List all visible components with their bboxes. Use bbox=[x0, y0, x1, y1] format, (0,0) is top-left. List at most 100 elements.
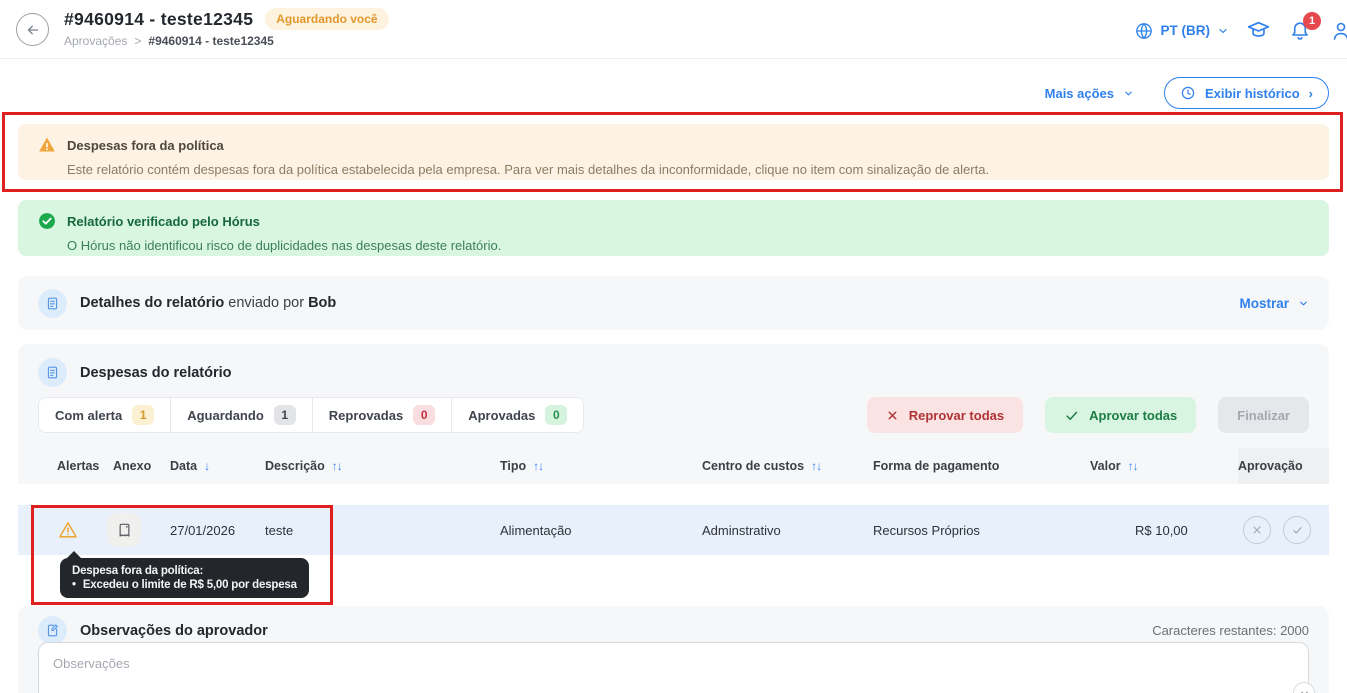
check-icon bbox=[1291, 524, 1304, 537]
table-header-row: Alertas Anexo Data ↓ Descrição ↑↓ Tipo ↑… bbox=[18, 448, 1329, 484]
payment-method-cell: Recursos Próprios bbox=[873, 522, 980, 538]
approver-observations-card: Observações do aprovador Caracteres rest… bbox=[18, 606, 1329, 693]
column-header-alertas: Alertas bbox=[57, 459, 113, 473]
policy-tooltip: Despesa fora da política: • Excedeu o li… bbox=[60, 551, 309, 598]
receipt-icon[interactable] bbox=[107, 513, 141, 547]
filter-label: Com alerta bbox=[55, 407, 123, 423]
user-icon[interactable] bbox=[1329, 19, 1347, 43]
column-header-data[interactable]: Data ↓ bbox=[170, 459, 265, 473]
filter-label: Aprovadas bbox=[468, 407, 536, 423]
approval-cell bbox=[1238, 516, 1329, 544]
column-header-centro-de-custos[interactable]: Centro de custos ↑↓ bbox=[702, 459, 873, 473]
sort-both-icon[interactable]: ↑↓ bbox=[332, 459, 343, 473]
show-details-label: Mostrar bbox=[1239, 295, 1289, 311]
topbar-icons: PT (BR) 1 bbox=[1134, 11, 1347, 43]
expenses-table: Alertas Anexo Data ↓ Descrição ↑↓ Tipo ↑… bbox=[18, 448, 1329, 556]
x-icon bbox=[886, 409, 899, 422]
observations-header: Observações do aprovador Caracteres rest… bbox=[18, 606, 1329, 645]
reject-all-button[interactable]: Reprovar todas bbox=[866, 397, 1024, 433]
filter-aguardando[interactable]: Aguardando 1 bbox=[171, 398, 313, 432]
sort-both-icon[interactable]: ↑↓ bbox=[811, 459, 822, 473]
approve-expense-button[interactable] bbox=[1283, 516, 1311, 544]
approve-all-button[interactable]: Aprovar todas bbox=[1045, 397, 1197, 433]
horus-banner-title: Relatório verificado pelo Hórus bbox=[67, 213, 260, 229]
column-label: Centro de custos bbox=[702, 459, 805, 473]
show-details-toggle[interactable]: Mostrar bbox=[1239, 296, 1309, 311]
observations-textarea[interactable] bbox=[38, 642, 1309, 693]
details-subtitle: enviado por bbox=[228, 295, 305, 311]
status-badge: Aguardando você bbox=[265, 8, 389, 30]
report-expenses-card: Despesas do relatório Com alerta 1 Aguar… bbox=[18, 344, 1329, 556]
bullet-icon: • bbox=[72, 579, 76, 591]
bulk-action-buttons: Reprovar todas Aprovar todas Finalizar bbox=[866, 397, 1309, 433]
column-header-descricao[interactable]: Descrição ↑↓ bbox=[265, 459, 500, 473]
filter-reprovadas[interactable]: Reprovadas 0 bbox=[312, 398, 453, 432]
horus-banner: Relatório verificado pelo Hórus O Hórus … bbox=[18, 200, 1329, 256]
sort-both-icon[interactable]: ↑↓ bbox=[533, 459, 544, 473]
topbar: #9460914 - teste12345 Aguardando você Ap… bbox=[0, 0, 1347, 59]
collapse-chevron-icon[interactable] bbox=[1293, 682, 1315, 693]
horus-banner-message: O Hórus não identificou risco de duplici… bbox=[67, 238, 502, 253]
details-title-strong: Detalhes do relatório bbox=[80, 295, 225, 311]
approve-all-label: Aprovar todas bbox=[1089, 407, 1178, 423]
tooltip-item-text: Excedeu o limite de R$ 5,00 por despesa bbox=[82, 579, 297, 591]
more-actions-button[interactable]: Mais ações bbox=[1045, 86, 1134, 101]
column-header-aprovacao: Aprovação bbox=[1238, 459, 1329, 473]
status-filters: Com alerta 1 Aguardando 1 Reprovadas 0 A… bbox=[38, 397, 585, 433]
reject-all-label: Reprovar todas bbox=[908, 407, 1005, 423]
expense-row[interactable]: 27/01/2026 teste Alimentação Adminstrati… bbox=[18, 505, 1329, 555]
column-label: Forma de pagamento bbox=[873, 459, 1000, 473]
x-icon bbox=[1251, 524, 1263, 536]
language-switcher[interactable]: PT (BR) bbox=[1134, 21, 1230, 41]
column-header-tipo[interactable]: Tipo ↑↓ bbox=[500, 459, 702, 473]
table-body: 27/01/2026 teste Alimentação Adminstrati… bbox=[18, 484, 1329, 556]
finalize-label: Finalizar bbox=[1237, 407, 1290, 423]
column-label: Data bbox=[170, 459, 198, 473]
breadcrumb-parent[interactable]: Aprovações bbox=[64, 34, 127, 48]
details-title: Detalhes do relatório enviado por Bob bbox=[80, 295, 336, 311]
back-button[interactable] bbox=[16, 13, 49, 46]
academy-icon[interactable] bbox=[1246, 18, 1271, 43]
filter-aprovadas[interactable]: Aprovadas 0 bbox=[452, 398, 584, 432]
filter-label: Aguardando bbox=[187, 407, 264, 423]
filter-count-badge: 1 bbox=[132, 405, 155, 425]
warning-triangle-icon[interactable] bbox=[57, 519, 113, 541]
column-header-valor[interactable]: Valor ↑↓ bbox=[1090, 459, 1238, 473]
type-cell: Alimentação bbox=[500, 522, 572, 538]
chevron-down-icon bbox=[1298, 298, 1309, 309]
filter-label: Reprovadas bbox=[328, 407, 404, 423]
notification-count-badge: 1 bbox=[1303, 11, 1321, 30]
column-header-anexo: Anexo bbox=[113, 459, 170, 473]
cost-center-cell: Adminstrativo bbox=[702, 522, 781, 538]
sort-desc-icon[interactable]: ↓ bbox=[204, 459, 210, 473]
approval-report-page: #9460914 - teste12345 Aguardando você Ap… bbox=[0, 0, 1347, 693]
filter-count-badge: 0 bbox=[545, 405, 568, 425]
breadcrumb-current: #9460914 - teste12345 bbox=[148, 34, 274, 48]
notifications-button[interactable]: 1 bbox=[1288, 11, 1321, 43]
tooltip-title: Despesa fora da política: bbox=[72, 565, 204, 577]
edit-document-icon bbox=[38, 616, 67, 645]
warning-triangle-icon bbox=[37, 135, 57, 155]
column-label: Anexo bbox=[113, 459, 152, 473]
breadcrumb: Aprovações > #9460914 - teste12345 bbox=[64, 34, 389, 48]
details-sender: Bob bbox=[308, 295, 337, 311]
page-title: #9460914 - teste12345 bbox=[64, 8, 254, 29]
report-details-card: Detalhes do relatório enviado por Bob Mo… bbox=[18, 276, 1329, 330]
reject-expense-button[interactable] bbox=[1243, 516, 1271, 544]
check-icon bbox=[1064, 408, 1079, 423]
chevron-right-icon: › bbox=[1308, 85, 1313, 101]
observations-title: Observações do aprovador bbox=[80, 622, 268, 639]
chars-remaining-label: Caracteres restantes: 2000 bbox=[1152, 623, 1309, 638]
alert-cell[interactable] bbox=[57, 519, 113, 541]
language-label: PT (BR) bbox=[1160, 23, 1211, 38]
title-block: #9460914 - teste12345 Aguardando você Ap… bbox=[64, 8, 389, 48]
column-label: Aprovação bbox=[1238, 459, 1303, 473]
filter-com-alerta[interactable]: Com alerta 1 bbox=[39, 398, 172, 432]
globe-icon bbox=[1134, 21, 1154, 41]
sort-both-icon[interactable]: ↑↓ bbox=[1128, 459, 1139, 473]
finalize-button[interactable]: Finalizar bbox=[1218, 397, 1309, 433]
toolbar-row: Mais ações Exibir histórico › bbox=[1045, 77, 1329, 109]
show-history-button[interactable]: Exibir histórico › bbox=[1164, 77, 1329, 109]
clock-icon bbox=[1180, 85, 1196, 101]
back-arrow-icon bbox=[24, 21, 42, 39]
